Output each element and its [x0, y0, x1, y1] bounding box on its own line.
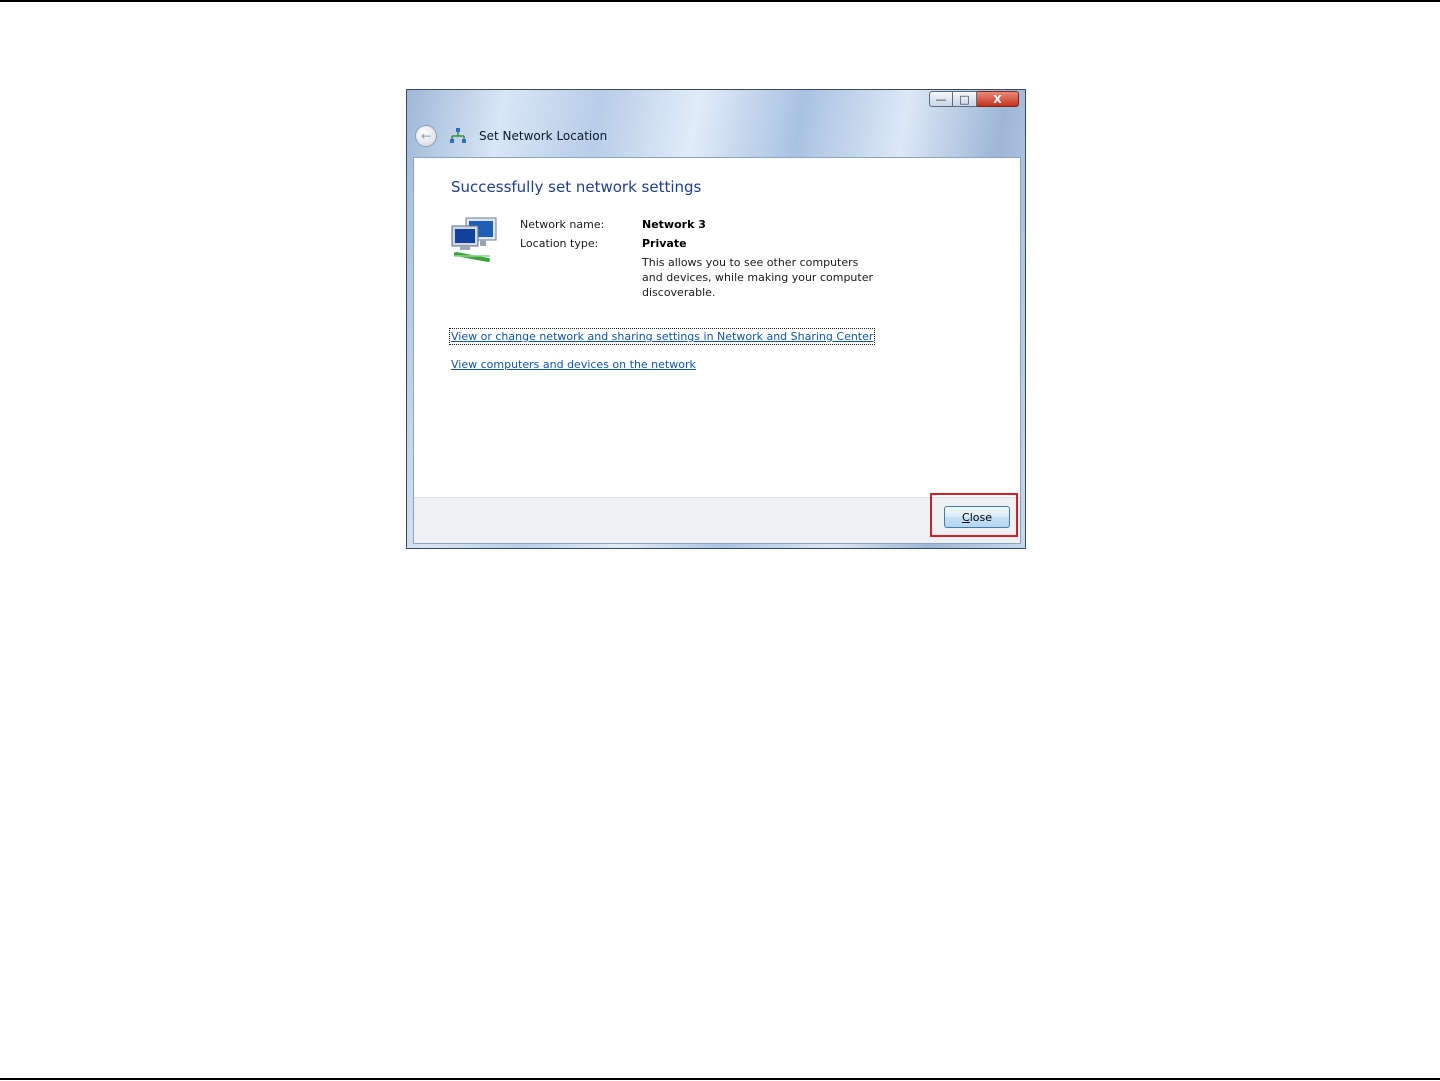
location-type-label: Location type:: [520, 237, 599, 250]
network-name-label: Network name:: [520, 218, 605, 231]
window-title: Set Network Location: [479, 129, 608, 143]
back-arrow-icon[interactable]: ←: [415, 125, 437, 147]
view-devices-link[interactable]: View computers and devices on the networ…: [451, 358, 696, 371]
set-network-location-window: — □ X ← Set Network Location Successfull…: [406, 89, 1026, 549]
close-button[interactable]: Close: [944, 506, 1010, 528]
location-description: This allows you to see other computers a…: [642, 256, 874, 299]
location-type-value: Private: [642, 237, 687, 250]
minimize-button[interactable]: —: [929, 91, 953, 107]
close-mnemonic: C: [962, 510, 970, 524]
sharing-center-link[interactable]: View or change network and sharing setti…: [448, 328, 876, 345]
network-icon: [450, 128, 466, 143]
dialog-content: Successfully set network settings Networ…: [413, 157, 1021, 544]
page-top-rule: [0, 0, 1440, 2]
window-close-button[interactable]: X: [977, 91, 1019, 107]
computer-network-icon: [451, 217, 497, 262]
dialog-footer: Close: [414, 493, 1020, 543]
maximize-button[interactable]: □: [953, 91, 977, 107]
network-name-value: Network 3: [642, 218, 706, 231]
navigation-row: ← Set Network Location: [415, 124, 607, 148]
window-controls: — □ X: [929, 91, 1019, 107]
success-heading: Successfully set network settings: [451, 178, 702, 196]
close-label-rest: lose: [969, 510, 992, 524]
page-bottom-rule: [0, 1078, 1440, 1080]
